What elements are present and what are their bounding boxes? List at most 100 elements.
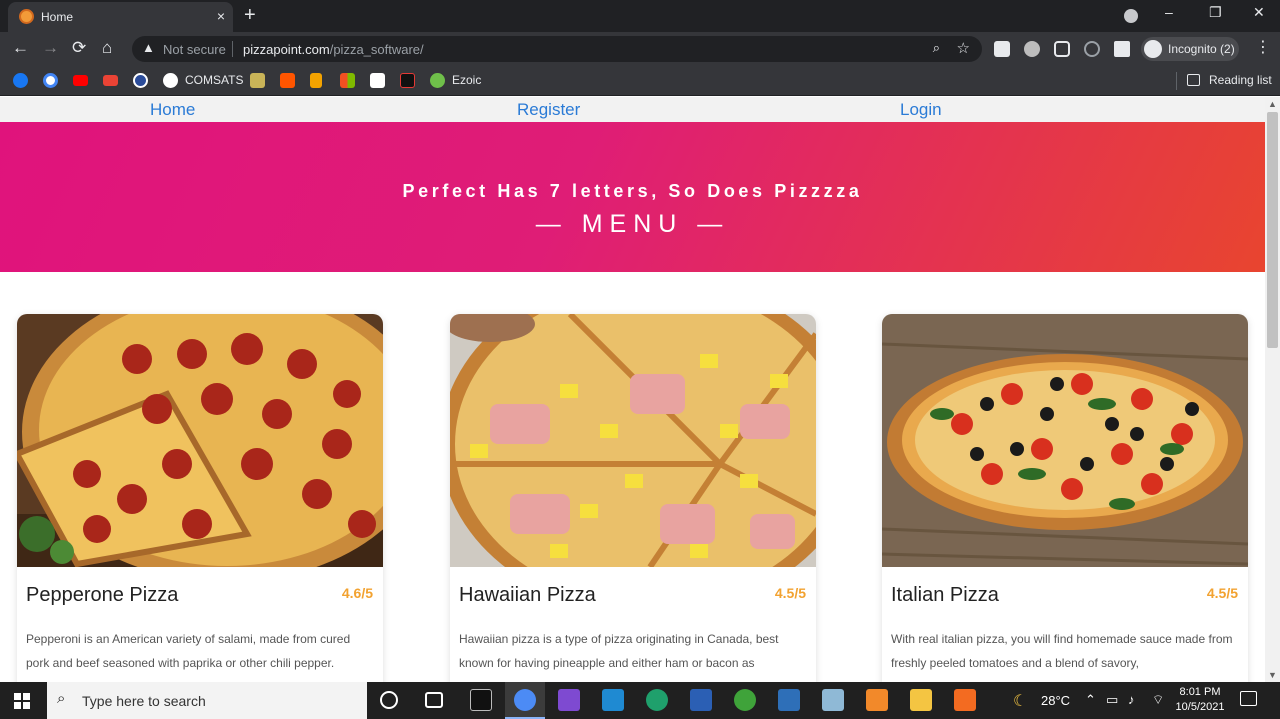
menu-item-name: Pepperone Pizza — [26, 584, 179, 606]
search-icon: ⌕ — [57, 690, 66, 707]
weather-temperature[interactable]: 28°C — [1041, 693, 1070, 708]
visual-studio-icon[interactable] — [558, 689, 580, 711]
menu-item-rating: 4.6/5 — [341, 585, 373, 601]
youtube-bookmark-icon[interactable] — [73, 75, 88, 86]
folder-bookmark-icon[interactable] — [250, 73, 265, 88]
utorrent-icon[interactable] — [734, 689, 756, 711]
pepperoni-pizza-image — [17, 314, 383, 567]
url-text[interactable]: pizzapoint.com/pizza_software/ — [243, 42, 424, 57]
scroll-down-icon[interactable]: ▼ — [1268, 670, 1277, 680]
tray-chevron-up-icon[interactable]: ⌃ — [1085, 692, 1096, 708]
windows-start-icon[interactable] — [14, 693, 30, 709]
incognito-icon — [1144, 40, 1162, 58]
menu-item-rating: 4.5/5 — [1206, 585, 1238, 601]
weather-icon[interactable]: ☾ — [1013, 691, 1027, 711]
back-icon[interactable]: ← — [12, 38, 29, 58]
extension-s-icon[interactable] — [1024, 41, 1040, 57]
edge-icon[interactable] — [646, 689, 668, 711]
menu-item-rating: 4.5/5 — [774, 585, 806, 601]
close-window-icon[interactable]: ✕ — [1253, 4, 1265, 21]
cortana-icon[interactable] — [380, 691, 398, 709]
menu-item-description: Hawaiian pizza is a type of pizza origin… — [459, 632, 779, 670]
menu-item-card[interactable]: Pepperone Pizza 4.6/5 Pepperoni is an Am… — [17, 314, 383, 682]
site-nav: Home Register Login — [0, 97, 1265, 122]
taskbar-search-box[interactable]: ⌕ Type here to search — [47, 682, 367, 719]
bookmark-star-icon[interactable]: ☆ — [957, 39, 970, 57]
k-bookmark-icon[interactable] — [370, 73, 385, 88]
url-path: /pizza_software/ — [329, 42, 424, 57]
facebook-bookmark-icon[interactable] — [13, 73, 28, 88]
nav-link-register[interactable]: Register — [517, 100, 580, 120]
notification-center-icon[interactable] — [1240, 691, 1257, 706]
minimize-icon[interactable]: – — [1165, 4, 1173, 20]
bookmark-label-ezoic[interactable]: Ezoic — [452, 73, 481, 87]
close-tab-icon[interactable]: × — [217, 8, 225, 24]
page-viewport: Home Register Login Perfect Has 7 letter… — [0, 97, 1265, 682]
vscode-icon[interactable] — [602, 689, 624, 711]
sublime-text-icon[interactable] — [866, 689, 888, 711]
volume-icon[interactable]: ♪ — [1128, 692, 1135, 707]
clock-date: 10/5/2021 — [1175, 701, 1225, 713]
extension-block-icon[interactable] — [1084, 41, 1100, 57]
hawaiian-pizza-image — [450, 314, 816, 567]
file-explorer-icon[interactable] — [910, 689, 932, 711]
nav-link-home[interactable]: Home — [150, 100, 195, 120]
taskbar-clock[interactable]: 8:01 PM 10/5/2021 — [1170, 685, 1230, 715]
menu-item-description: Pepperoni is an American variety of sala… — [26, 632, 351, 670]
remote-desktop-icon[interactable] — [778, 689, 800, 711]
dark-app-bookmark-icon[interactable] — [400, 73, 415, 88]
reload-icon[interactable]: ⟳ — [72, 38, 86, 58]
menu-item-card[interactable]: Hawaiian Pizza 4.5/5 Hawaiian pizza is a… — [450, 314, 816, 682]
windows-taskbar: ⌕ Type here to search ☾ 28°C ⌃ ▭ ♪ ⌔ 8:0… — [0, 682, 1280, 719]
reading-list-icon[interactable] — [1187, 74, 1200, 86]
extensions-puzzle-icon[interactable] — [1114, 41, 1130, 57]
bookmarks-bar: COMSATS Ezoic Reading list — [0, 66, 1280, 96]
tab-title: Home — [41, 10, 74, 24]
extension-download-icon[interactable] — [994, 41, 1010, 57]
wifi-icon[interactable]: ⌔ — [1152, 692, 1164, 708]
page-scrollbar[interactable]: ▲ ▼ — [1265, 97, 1280, 682]
analytics-bookmark-icon[interactable] — [310, 73, 322, 88]
zoom-icon[interactable]: ⌕ — [933, 40, 940, 56]
terminal-icon[interactable] — [470, 689, 492, 711]
task-view-icon[interactable] — [425, 692, 443, 708]
nav-link-login[interactable]: Login — [900, 100, 942, 120]
clock-time: 8:01 PM — [1179, 686, 1221, 698]
tab-search-icon[interactable] — [1124, 9, 1138, 23]
menu-item-card[interactable]: Italian Pizza 4.5/5 With real italian pi… — [882, 314, 1248, 682]
incognito-profile-button[interactable]: Incognito (2) — [1141, 37, 1239, 61]
scroll-up-icon[interactable]: ▲ — [1268, 99, 1277, 109]
soundcloud-bookmark-icon[interactable] — [280, 73, 295, 88]
new-tab-icon[interactable]: + — [244, 4, 256, 27]
browser-tab-bar: Home × + – ❐ ✕ — [0, 0, 1280, 32]
ubl-bookmark-icon[interactable] — [133, 73, 148, 88]
tab-home[interactable]: Home × — [8, 2, 233, 32]
not-secure-warning-icon: ▲ — [142, 40, 155, 55]
italian-pizza-image — [882, 314, 1248, 567]
browser-menu-icon[interactable]: ⋮ — [1255, 37, 1271, 57]
word-icon[interactable] — [690, 689, 712, 711]
bookmark-label-comsats[interactable]: COMSATS — [185, 73, 243, 87]
extension-screen-icon[interactable] — [1054, 41, 1070, 57]
scrollbar-thumb[interactable] — [1267, 112, 1278, 348]
chrome-icon[interactable] — [514, 689, 536, 711]
forward-icon[interactable]: → — [42, 38, 59, 58]
google-bookmark-icon[interactable] — [43, 73, 58, 88]
address-bar[interactable]: ▲ Not secure pizzapoint.com/pizza_softwa… — [132, 36, 982, 62]
menu-item-name: Italian Pizza — [891, 584, 999, 606]
maximize-icon[interactable]: ❐ — [1209, 4, 1222, 21]
security-label[interactable]: Not secure — [163, 42, 226, 57]
notes-app-icon[interactable] — [822, 689, 844, 711]
address-divider — [232, 41, 233, 57]
ezoic-bookmark-icon[interactable] — [430, 73, 445, 88]
battery-icon[interactable]: ▭ — [1106, 692, 1118, 708]
reading-list-button[interactable]: Reading list — [1209, 73, 1272, 87]
xampp-icon[interactable] — [954, 689, 976, 711]
url-host: pizzapoint.com — [243, 42, 330, 57]
incognito-label: Incognito (2) — [1168, 42, 1235, 56]
gmail-bookmark-icon[interactable] — [103, 75, 118, 86]
comsats-bookmark-icon[interactable] — [163, 73, 178, 88]
menu-item-name: Hawaiian Pizza — [459, 584, 596, 606]
home-icon[interactable]: ⌂ — [102, 38, 112, 58]
microsoft-bookmark-icon[interactable] — [340, 73, 355, 88]
